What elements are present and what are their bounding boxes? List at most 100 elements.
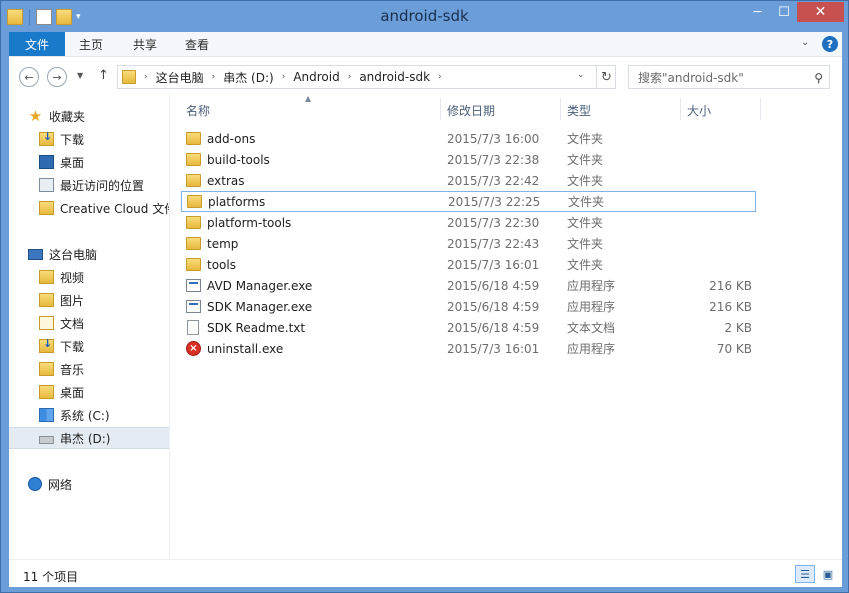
windows-drive-icon bbox=[39, 408, 54, 422]
music-folder-icon bbox=[39, 362, 54, 376]
status-bar: 11 个项目 ☰ ▣ bbox=[9, 559, 842, 587]
up-button[interactable]: ↑ bbox=[98, 68, 109, 83]
column-divider[interactable] bbox=[560, 98, 561, 120]
chevron-right-icon[interactable]: › bbox=[282, 72, 286, 82]
nav-label: 桌面 bbox=[60, 385, 85, 400]
nav-item-desktop[interactable]: 桌面 bbox=[9, 151, 169, 173]
chevron-right-icon[interactable]: › bbox=[348, 72, 352, 82]
file-row[interactable]: add-ons 2015/7/3 16:00 文件夹 bbox=[181, 128, 756, 149]
address-dropdown-icon[interactable]: ⌄ bbox=[577, 70, 585, 80]
help-icon[interactable]: ? bbox=[822, 36, 838, 52]
file-row[interactable]: SDK Manager.exe 2015/6/18 4:59 应用程序 216 … bbox=[181, 296, 756, 317]
maximize-button[interactable]: ☐ bbox=[771, 2, 797, 22]
folder-icon bbox=[122, 70, 136, 84]
nav-label: 下载 bbox=[60, 132, 85, 147]
file-date: 2015/7/3 22:30 bbox=[447, 215, 540, 230]
nav-label: 视频 bbox=[60, 270, 85, 285]
file-name: AVD Manager.exe bbox=[207, 278, 313, 293]
address-row: ← → ▼ ↑ › 这台电脑 › 串杰 (D:) › Android › and… bbox=[9, 56, 842, 94]
chevron-right-icon[interactable]: › bbox=[212, 72, 216, 82]
file-row[interactable]: AVD Manager.exe 2015/6/18 4:59 应用程序 216 … bbox=[181, 275, 756, 296]
file-type: 文件夹 bbox=[567, 258, 604, 272]
nav-label: 音乐 bbox=[60, 362, 85, 377]
documents-folder-icon bbox=[39, 316, 54, 330]
details-view-icon[interactable]: ☰ bbox=[795, 565, 815, 583]
nav-item-videos[interactable]: 视频 bbox=[9, 266, 169, 288]
file-name: uninstall.exe bbox=[207, 341, 284, 356]
address-bar[interactable]: › 这台电脑 › 串杰 (D:) › Android › android-sdk… bbox=[117, 65, 616, 89]
file-size: 216 KB bbox=[709, 278, 752, 293]
file-row-focused[interactable]: platforms 2015/7/3 22:25 文件夹 bbox=[181, 191, 756, 212]
folder-icon bbox=[186, 216, 201, 229]
downloads-folder-icon bbox=[39, 337, 54, 353]
column-header-size[interactable]: 大小 bbox=[687, 99, 711, 121]
file-row[interactable]: temp 2015/7/3 22:43 文件夹 bbox=[181, 233, 756, 254]
file-row[interactable]: SDK Readme.txt 2015/6/18 4:59 文本文档 2 KB bbox=[181, 317, 756, 338]
back-button[interactable]: ← bbox=[19, 67, 39, 87]
forward-button[interactable]: → bbox=[47, 67, 67, 87]
nav-label: 收藏夹 bbox=[49, 109, 86, 124]
breadcrumb-this-pc[interactable]: 这台电脑 bbox=[156, 69, 204, 86]
breadcrumb-android[interactable]: Android bbox=[293, 70, 339, 84]
file-row[interactable]: × uninstall.exe 2015/7/3 16:01 应用程序 70 K… bbox=[181, 338, 756, 359]
column-header-name[interactable]: 名称 bbox=[186, 99, 210, 121]
column-header-date[interactable]: 修改日期 bbox=[447, 99, 495, 121]
nav-item-drive-c[interactable]: 系统 (C:) bbox=[9, 404, 169, 426]
nav-item-drive-d[interactable]: 串杰 (D:) bbox=[9, 427, 169, 449]
drive-icon bbox=[39, 436, 54, 444]
file-row[interactable]: tools 2015/7/3 16:01 文件夹 bbox=[181, 254, 756, 275]
nav-item-documents[interactable]: 文档 bbox=[9, 312, 169, 334]
nav-label: 下载 bbox=[60, 339, 85, 354]
nav-label: 图片 bbox=[60, 293, 85, 308]
refresh-button[interactable]: ↻ bbox=[596, 66, 616, 88]
nav-item-pictures[interactable]: 图片 bbox=[9, 289, 169, 311]
file-type: 文件夹 bbox=[567, 237, 604, 251]
breadcrumb-android-sdk[interactable]: android-sdk bbox=[359, 70, 430, 84]
file-size: 216 KB bbox=[709, 299, 752, 314]
nav-item-downloads[interactable]: 下载 bbox=[9, 128, 169, 150]
forward-arrow-icon: → bbox=[52, 70, 62, 84]
minimize-button[interactable]: ─ bbox=[744, 2, 771, 22]
file-size: 70 KB bbox=[716, 341, 752, 356]
breadcrumb-drive-d[interactable]: 串杰 (D:) bbox=[223, 69, 273, 86]
nav-label: 串杰 (D:) bbox=[60, 431, 111, 446]
nav-label: 这台电脑 bbox=[49, 247, 98, 262]
explorer-window: ▾ android-sdk ─ ☐ ✕ 文件 主页 共享 查看 ⌄ ? ← → … bbox=[0, 0, 849, 593]
file-row[interactable]: platform-tools 2015/7/3 22:30 文件夹 bbox=[181, 212, 756, 233]
tab-share[interactable]: 共享 bbox=[125, 32, 165, 56]
file-row[interactable]: extras 2015/7/3 22:42 文件夹 bbox=[181, 170, 756, 191]
nav-item-downloads-pc[interactable]: 下载 bbox=[9, 335, 169, 357]
search-input[interactable]: 搜索"android-sdk" ⚲ bbox=[628, 65, 830, 89]
large-icons-view-icon[interactable]: ▣ bbox=[818, 565, 838, 583]
file-date: 2015/6/18 4:59 bbox=[447, 299, 540, 314]
nav-item-recent-places[interactable]: 最近访问的位置 bbox=[9, 174, 169, 196]
folder-icon bbox=[39, 201, 54, 215]
nav-favorites[interactable]: ★ 收藏夹 bbox=[9, 105, 169, 127]
tab-home[interactable]: 主页 bbox=[73, 32, 109, 56]
file-row[interactable]: build-tools 2015/7/3 22:38 文件夹 bbox=[181, 149, 756, 170]
search-icon[interactable]: ⚲ bbox=[814, 71, 823, 85]
column-header-type[interactable]: 类型 bbox=[567, 99, 591, 121]
tab-file[interactable]: 文件 bbox=[9, 32, 65, 56]
nav-this-pc[interactable]: 这台电脑 bbox=[9, 243, 169, 265]
column-divider[interactable] bbox=[760, 98, 761, 120]
expand-ribbon-icon[interactable]: ⌄ bbox=[801, 37, 809, 48]
tab-view[interactable]: 查看 bbox=[179, 32, 215, 56]
chevron-right-icon[interactable]: › bbox=[438, 72, 442, 82]
nav-item-music[interactable]: 音乐 bbox=[9, 358, 169, 380]
downloads-folder-icon bbox=[39, 130, 54, 146]
nav-item-desktop-pc[interactable]: 桌面 bbox=[9, 381, 169, 403]
star-icon: ★ bbox=[28, 107, 43, 125]
close-button[interactable]: ✕ bbox=[797, 2, 844, 22]
chevron-right-icon[interactable]: › bbox=[144, 72, 148, 82]
network-icon bbox=[28, 477, 42, 491]
back-arrow-icon: ← bbox=[24, 70, 34, 84]
file-date: 2015/7/3 16:00 bbox=[447, 131, 540, 146]
column-divider[interactable] bbox=[440, 98, 441, 120]
recent-locations-icon[interactable]: ▼ bbox=[77, 71, 83, 80]
nav-item-creative-cloud[interactable]: Creative Cloud 文件 bbox=[9, 197, 169, 219]
sort-ascending-icon: ▲ bbox=[305, 94, 312, 103]
nav-label: 网络 bbox=[48, 477, 73, 492]
nav-network[interactable]: 网络 bbox=[9, 473, 169, 495]
column-divider[interactable] bbox=[680, 98, 681, 120]
